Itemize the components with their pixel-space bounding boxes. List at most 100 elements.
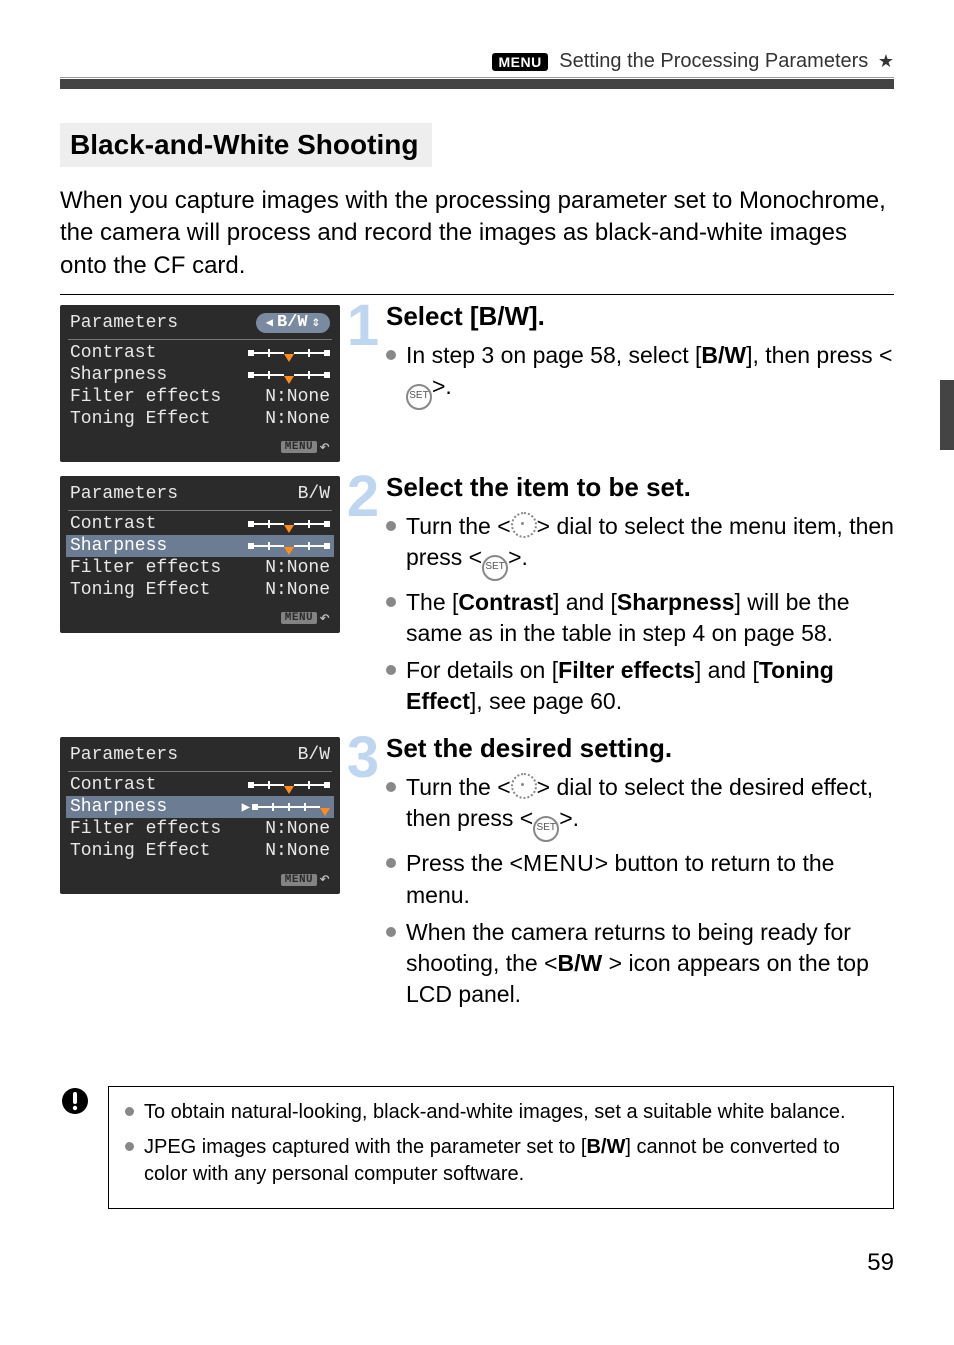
lcd-footer: MENU↶ — [70, 601, 330, 629]
bold-text: Sharpness — [617, 589, 735, 615]
step-2-title: Select the item to be set. — [386, 472, 894, 503]
caution-item-2: JPEG images captured with the parameter … — [125, 1134, 877, 1188]
text: >. — [508, 544, 528, 570]
lcd-menu-badge: MENU — [281, 612, 317, 624]
bullet-dot-icon — [386, 350, 396, 360]
bullet-dot-icon — [386, 597, 396, 607]
slider-icon — [248, 542, 330, 550]
step-number-2: 2 — [346, 474, 380, 520]
step-3-bullet-2: Press the <MENU> button to return to the… — [386, 848, 894, 910]
caution-item-1: To obtain natural-looking, black-and-whi… — [125, 1099, 877, 1126]
subtitle-box: Black-and-White Shooting — [60, 123, 432, 167]
header-text: Setting the Processing Parameters — [559, 50, 868, 72]
caution-box: To obtain natural-looking, black-and-whi… — [108, 1086, 894, 1209]
lcd-param-label: Parameters — [70, 484, 178, 504]
lcd-bw-pill-text: B/W — [277, 313, 308, 332]
separator — [60, 294, 894, 295]
bullet-dot-icon — [125, 1107, 134, 1116]
lcd-toning: Toning Effect — [70, 409, 210, 429]
lcd-toning-value: N:None — [265, 580, 330, 600]
text: For details on [ — [406, 657, 558, 683]
undo-icon: ↶ — [319, 609, 330, 629]
step-3-title: Set the desired setting. — [386, 733, 894, 764]
header-divider — [60, 79, 894, 89]
slider-icon — [248, 349, 330, 357]
text: JPEG images captured with the parameter … — [144, 1136, 586, 1158]
lcd-param-label: Parameters — [70, 745, 178, 765]
undo-icon: ↶ — [319, 870, 330, 890]
bullet-dot-icon — [125, 1142, 134, 1151]
text: ], then press < — [746, 342, 892, 368]
bullet-dot-icon — [386, 665, 396, 675]
text: The [ — [406, 589, 458, 615]
lcd-toning-value: N:None — [265, 841, 330, 861]
step-2: Parameters B/W Contrast Sharpness Filter… — [60, 476, 894, 723]
bold-text: B/W — [586, 1136, 625, 1158]
updown-icon: ⇕ — [312, 314, 320, 331]
step-1-title: Select [B/W]. — [386, 301, 894, 332]
step-3-bullet-1: Turn the <> dial to select the desired e… — [386, 772, 894, 842]
step-2-bullet-1: Turn the <> dial to select the menu item… — [386, 511, 894, 581]
caution-section: To obtain natural-looking, black-and-whi… — [60, 1086, 894, 1209]
step-3: Parameters B/W Contrast Sharpness ▶ Filt… — [60, 737, 894, 1015]
lcd-param-label: Parameters — [70, 313, 178, 333]
bullet-dot-icon — [386, 521, 396, 531]
set-icon: SET — [406, 384, 432, 410]
text: ] and [ — [695, 657, 759, 683]
step-3-bullet-3: When the camera returns to being ready f… — [386, 917, 894, 1010]
text: In step 3 on page 58, select [ — [406, 342, 701, 368]
text: Press the < — [406, 850, 523, 876]
menu-badge: MENU — [492, 53, 547, 71]
play-marker-icon: ▶ — [242, 799, 250, 816]
text: >. — [559, 805, 579, 831]
bullet-dot-icon — [386, 927, 396, 937]
left-arrow-icon: ◀ — [266, 315, 273, 330]
lcd-screenshot-3: Parameters B/W Contrast Sharpness ▶ Filt… — [60, 737, 340, 894]
caution-icon — [60, 1086, 90, 1124]
subtitle-text: Black-and-White Shooting — [70, 129, 418, 160]
slider-icon — [248, 520, 330, 528]
lcd-bw-label: B/W — [298, 745, 330, 765]
set-icon: SET — [482, 555, 508, 581]
lcd-screenshot-1: Parameters ◀ B/W ⇕ Contrast Sharpness Fi… — [60, 305, 340, 462]
text: ], see page 60. — [470, 688, 622, 714]
intro-paragraph: When you capture images with the process… — [60, 185, 894, 282]
text: ] and [ — [553, 589, 617, 615]
lcd-sharpness-editing: Sharpness — [70, 797, 167, 817]
lcd-contrast: Contrast — [70, 775, 156, 795]
slider-icon — [248, 781, 330, 789]
step-2-body: Select the item to be set. Turn the <> d… — [386, 476, 894, 723]
lcd-menu-badge: MENU — [281, 874, 317, 886]
bold-text: B/W — [701, 342, 746, 368]
page-number: 59 — [60, 1249, 894, 1277]
bold-text: Filter effects — [558, 657, 695, 683]
lcd-filter: Filter effects — [70, 558, 221, 578]
step-2-bullet-3: For details on [Filter effects] and [Ton… — [386, 655, 894, 717]
menu-word: MENU — [523, 850, 595, 876]
lcd-sharpness: Sharpness — [70, 365, 167, 385]
lcd-contrast: Contrast — [70, 343, 156, 363]
step-2-bullet-2: The [Contrast] and [Sharpness] will be t… — [386, 587, 894, 649]
dial-icon — [511, 773, 537, 799]
text: >. — [432, 373, 452, 399]
step-3-body: Set the desired setting. Turn the <> dia… — [386, 737, 894, 1015]
lcd-toning: Toning Effect — [70, 841, 210, 861]
bullet-dot-icon — [386, 782, 396, 792]
text: Turn the < — [406, 513, 511, 539]
caution-text-1: To obtain natural-looking, black-and-whi… — [144, 1099, 846, 1126]
bullet-dot-icon — [386, 858, 396, 868]
step-number-1: 1 — [346, 303, 380, 349]
page: MENU Setting the Processing Parameters ★… — [0, 0, 954, 1345]
lcd-filter-value: N:None — [265, 558, 330, 578]
lcd-menu-badge: MENU — [281, 441, 317, 453]
slider-icon: ▶ — [242, 799, 330, 816]
undo-icon: ↶ — [319, 438, 330, 458]
lcd-filter-value: N:None — [265, 819, 330, 839]
lcd-bw-pill: ◀ B/W ⇕ — [256, 313, 330, 333]
set-icon: SET — [533, 816, 559, 842]
section-side-tab — [940, 380, 954, 450]
step-1: Parameters ◀ B/W ⇕ Contrast Sharpness Fi… — [60, 305, 894, 462]
bw-icon-word: B/W — [558, 950, 603, 976]
star-icon: ★ — [878, 51, 894, 71]
lcd-contrast: Contrast — [70, 514, 156, 534]
